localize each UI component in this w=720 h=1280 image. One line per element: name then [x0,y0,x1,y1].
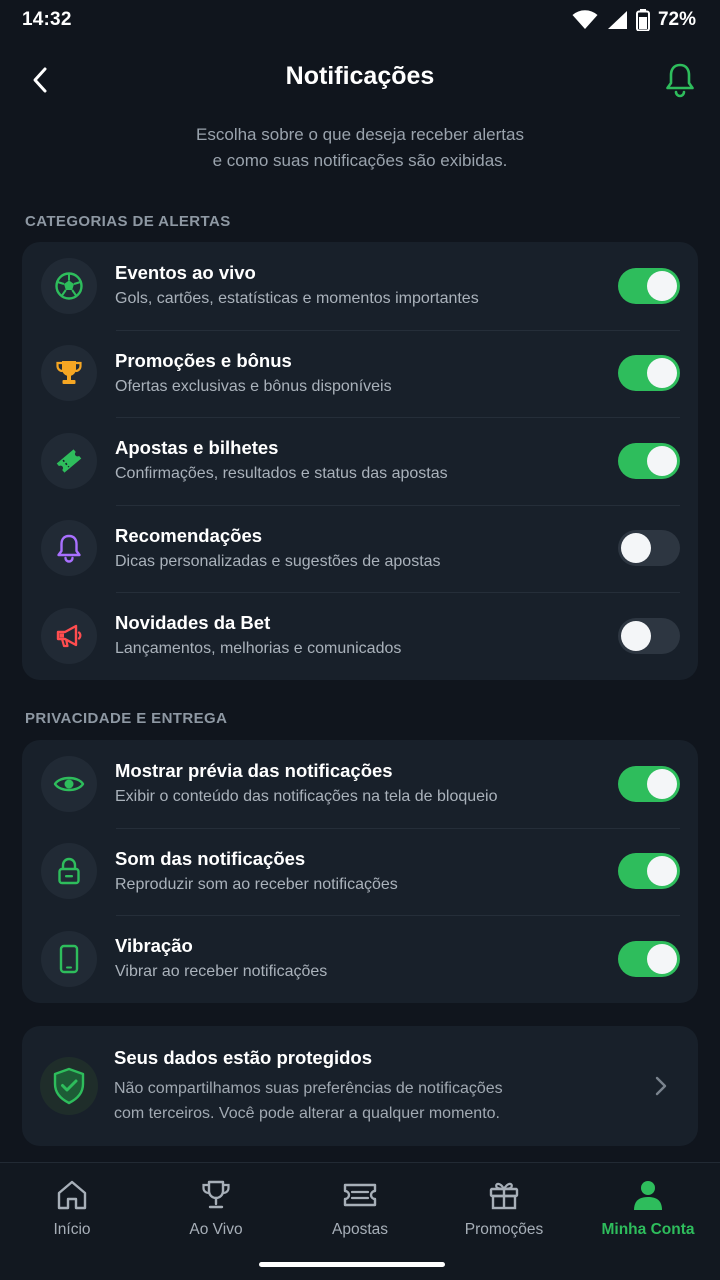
vibration-toggle[interactable] [618,940,680,977]
alert-row-bets: Apostas e bilhetes Confirmações, resulta… [22,417,698,505]
nav-item-account[interactable]: Minha Conta [576,1163,720,1280]
status-indicators: 72% [572,9,696,31]
shield-check-icon [53,1067,85,1105]
preview-toggle[interactable] [618,765,680,802]
battery-percent: 72% [657,9,696,30]
page-title: Notificações [285,62,435,90]
toggle-knob [647,768,677,799]
protection-description: Não compartilhamos suas preferências de … [114,1080,503,1122]
nav-label: Início [53,1221,91,1238]
battery-icon [635,9,650,31]
recommendations-icon-wrap [41,520,97,577]
row-description: Lançamentos, melhorias e comunicados [115,640,402,658]
nav-label: Minha Conta [601,1221,695,1238]
lock-icon [58,858,80,885]
row-description: Reproduzir som ao receber notificações [115,875,398,893]
ticket-icon [56,449,82,473]
gift-icon [489,1182,519,1210]
bet-news-icon-wrap [41,607,97,664]
alerts-card: Eventos ao vivo Gols, cartões, estatísti… [22,242,698,680]
bell-icon [666,63,694,98]
toggle-knob [647,943,677,974]
header: Notificações [0,48,720,110]
alert-row-promotions: Promoções e bônus Ofertas exclusivas e b… [22,329,698,418]
home-icon [57,1180,87,1210]
nav-label: Ao Vivo [189,1221,243,1238]
nav-label: Promoções [464,1221,544,1238]
nav-item-home[interactable]: Início [0,1163,144,1280]
phone-icon [59,944,79,973]
row-description: Vibrar ao receber notificações [115,963,328,981]
page-subtitle: Escolha sobre o que deseja receber alert… [196,125,524,170]
toggle-knob [621,533,651,564]
trophy-icon [202,1180,230,1209]
status-time: 14:32 [22,9,72,30]
toggle-knob [647,445,677,476]
alert-row-bet-news: Novidades da Bet Lançamentos, melhorias … [22,592,698,680]
row-description: Gols, cartões, estatísticas e momentos i… [115,290,479,308]
eye-icon [53,776,85,791]
privacy-row-vibration: Vibração Vibrar ao receber notificações [22,915,698,1003]
row-title: Recomendações [115,524,263,546]
row-title: Novidades da Bet [115,612,271,634]
megaphone-icon [56,624,82,647]
toggle-knob [647,270,677,301]
bell-icon [57,535,81,563]
bets-toggle[interactable] [618,442,680,479]
privacy-card: Mostrar prévia das notificações Exibir o… [22,740,698,1003]
soccer-ball-icon [55,272,83,300]
live-events-toggle[interactable] [618,267,680,304]
row-title: Apostas e bilhetes [115,437,279,459]
ticket-icon [343,1183,377,1207]
promotions-icon-wrap [41,345,97,402]
row-title: Mostrar prévia das notificações [115,760,393,782]
notifications-bell-button[interactable] [660,60,700,100]
shield-icon-wrap [40,1057,98,1115]
promotions-toggle[interactable] [618,355,680,392]
nav-item-promotions[interactable]: Promoções [432,1163,576,1280]
live-events-icon-wrap [41,257,97,314]
chevron-right-icon [655,1076,667,1096]
signal-icon [607,11,627,29]
privacy-row-sound: Som das notificações Reproduzir som ao r… [22,827,698,916]
sound-toggle[interactable] [618,853,680,890]
trophy-icon [56,361,82,385]
wifi-icon [572,10,598,29]
alert-row-recommendations: Recomendações Dicas personalizadas e sug… [22,504,698,593]
recommendations-toggle[interactable] [618,530,680,567]
privacy-row-preview: Mostrar prévia das notificações Exibir o… [22,740,698,828]
bets-icon-wrap [41,432,97,489]
protection-chevron [638,1075,668,1097]
section-label-privacy: PRIVACIDADE E ENTREGA [25,710,228,727]
alert-row-live-events: Eventos ao vivo Gols, cartões, estatísti… [22,242,698,330]
toggle-knob [621,620,651,651]
preview-icon-wrap [41,755,97,812]
row-title: Promoções e bônus [115,349,292,371]
row-description: Ofertas exclusivas e bônus disponíveis [115,377,392,395]
row-title: Som das notificações [115,847,306,869]
row-title: Vibração [115,935,193,957]
row-description: Confirmações, resultados e status das ap… [115,465,448,483]
sound-icon-wrap [41,843,97,900]
row-title: Eventos ao vivo [115,262,256,284]
user-icon [634,1181,662,1210]
row-description: Exibir o conteúdo das notificações na te… [115,788,498,806]
section-label-alerts: CATEGORIAS DE ALERTAS [25,213,231,230]
status-bar: 14:32 72% [0,0,720,40]
toggle-knob [647,358,677,389]
home-indicator [259,1262,445,1267]
vibration-icon-wrap [41,930,97,987]
nav-label: Apostas [331,1221,388,1238]
data-protection-card[interactable]: Seus dados estão protegidos Não comparti… [22,1026,698,1146]
row-description: Dicas personalizadas e sugestões de apos… [115,552,441,570]
protection-title: Seus dados estão protegidos [114,1047,373,1068]
toggle-knob [647,856,677,887]
bet-news-toggle[interactable] [618,617,680,654]
